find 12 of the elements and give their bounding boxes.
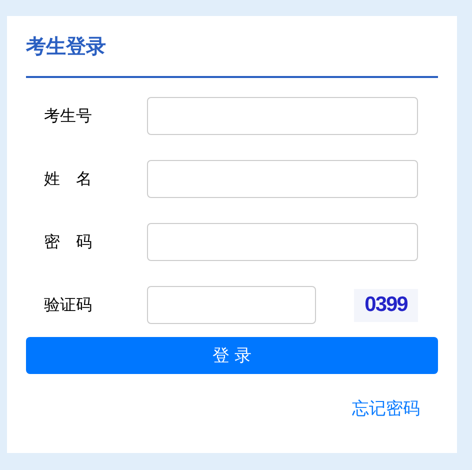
field-label: 考生号 <box>43 106 93 126</box>
field-label: 密 码 <box>43 232 93 252</box>
field-label: 姓 名 <box>43 168 93 190</box>
input-field[interactable] <box>147 97 418 135</box>
captcha-image[interactable]: 0399 <box>354 288 418 322</box>
password-field[interactable] <box>147 223 418 261</box>
forgot-password-link[interactable]: 忘记密码 <box>352 397 420 420</box>
login-title: 考生登录 <box>26 33 107 60</box>
field-label: 验证码 <box>43 294 93 316</box>
login-button[interactable]: 登 录 <box>26 337 438 374</box>
captcha-field[interactable] <box>147 286 316 324</box>
input-field[interactable] <box>147 160 418 198</box>
